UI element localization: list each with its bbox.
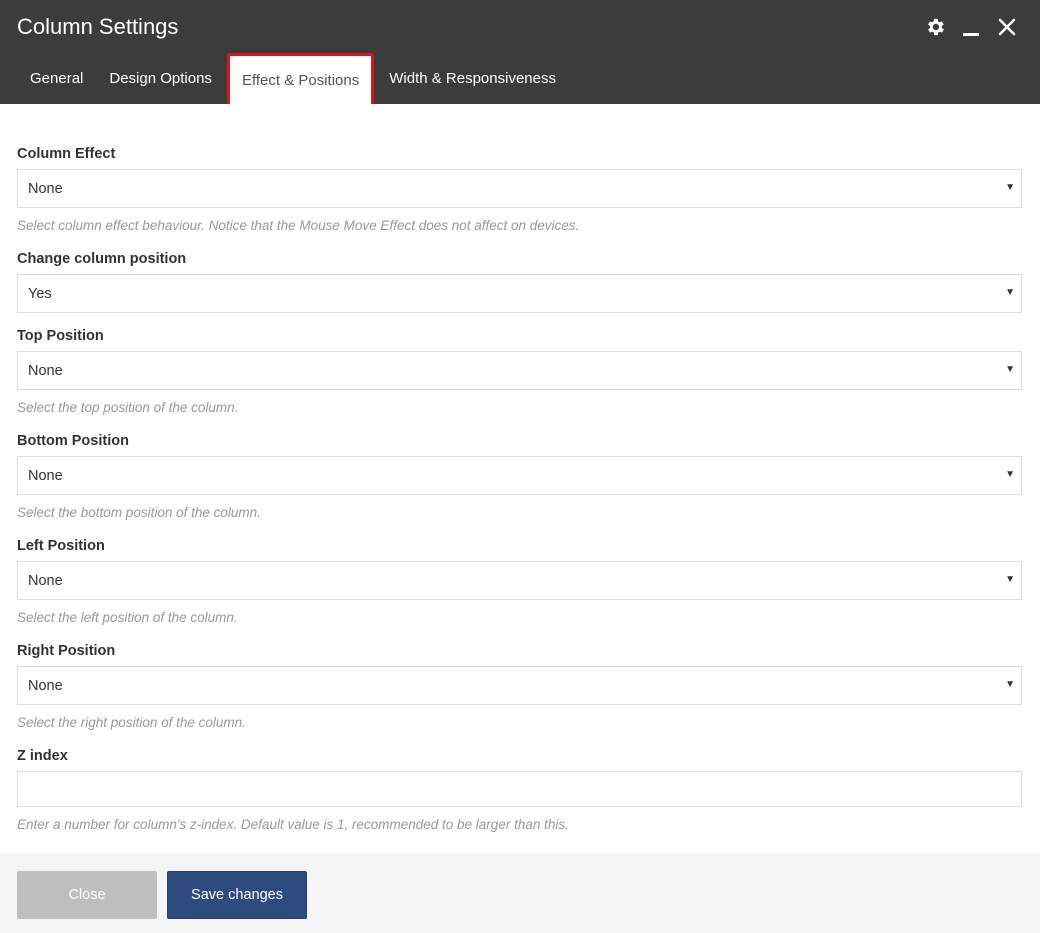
modal-footer: Close Save changes [0,853,1040,933]
left-position-hint: Select the left position of the column. [17,610,238,625]
column-effect-value: None [28,180,63,197]
left-position-select[interactable]: None ▼ [17,561,1022,600]
change-position-value: Yes [28,285,52,302]
right-position-select[interactable]: None ▼ [17,666,1022,705]
top-position-label: Top Position [17,328,104,344]
bottom-position-select[interactable]: None ▼ [17,456,1022,495]
right-position-hint: Select the right position of the column. [17,715,246,730]
tab-general[interactable]: General [17,53,96,104]
z-index-hint: Enter a number for column's z-index. Def… [17,817,569,832]
dropdown-arrow-icon: ▼ [1005,287,1015,298]
bottom-position-label: Bottom Position [17,433,129,449]
top-position-select[interactable]: None ▼ [17,351,1022,390]
bottom-position-hint: Select the bottom position of the column… [17,505,261,520]
modal-header: Column Settings General Design Options E… [0,0,1040,104]
tab-effect-positions[interactable]: Effect & Positions [226,53,375,104]
gear-icon[interactable] [924,16,946,38]
right-position-value: None [28,677,63,694]
top-position-hint: Select the top position of the column. [17,400,239,415]
modal-title: Column Settings [17,14,179,39]
window-controls [924,16,1018,38]
right-position-label: Right Position [17,643,116,659]
change-position-select[interactable]: Yes ▼ [17,274,1022,313]
column-effect-label: Column Effect [17,146,116,162]
save-changes-button[interactable]: Save changes [167,871,307,919]
dropdown-arrow-icon: ▼ [1005,364,1015,375]
z-index-label: Z index [17,748,68,764]
dropdown-arrow-icon: ▼ [1005,574,1015,585]
left-position-label: Left Position [17,538,105,554]
column-settings-modal: Column Settings General Design Options E… [0,0,1040,933]
minimize-icon[interactable] [960,16,982,38]
z-index-input[interactable] [17,771,1022,807]
tab-design-options[interactable]: Design Options [96,53,225,104]
column-effect-select[interactable]: None ▼ [17,169,1022,208]
close-icon[interactable] [996,16,1018,38]
bottom-position-value: None [28,467,63,484]
top-position-value: None [28,362,63,379]
dropdown-arrow-icon: ▼ [1005,469,1015,480]
tab-bar: General Design Options Effect & Position… [17,53,569,104]
column-effect-hint: Select column effect behaviour. Notice t… [17,218,580,233]
left-position-value: None [28,572,63,589]
tab-width-responsiveness[interactable]: Width & Responsiveness [376,53,569,104]
dropdown-arrow-icon: ▼ [1005,182,1015,193]
close-button[interactable]: Close [17,871,157,919]
change-position-label: Change column position [17,251,187,267]
dropdown-arrow-icon: ▼ [1005,679,1015,690]
